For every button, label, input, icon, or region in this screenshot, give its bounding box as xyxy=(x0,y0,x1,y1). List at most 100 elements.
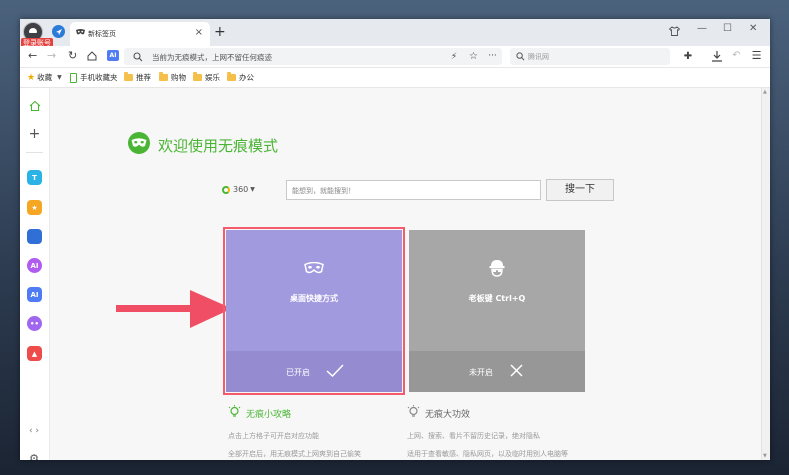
card-status-bar: 未开启 xyxy=(409,351,585,392)
translate-app-icon[interactable]: T xyxy=(27,170,42,185)
search-box[interactable]: 腾讯网 xyxy=(510,48,670,65)
bookmark-label: 娱乐 xyxy=(205,73,220,82)
mask-icon xyxy=(304,258,324,278)
bookmark-label: 办公 xyxy=(239,73,254,82)
lightbulb-icon xyxy=(228,405,241,422)
extensions-puzzle-icon[interactable]: ✚ xyxy=(682,50,694,62)
bookmark-folder-shopping[interactable]: 购物 xyxy=(159,72,186,83)
360-logo-icon xyxy=(222,185,230,194)
favorite-star-icon[interactable]: ☆ xyxy=(468,50,479,62)
home-icon[interactable] xyxy=(87,51,97,61)
address-text: 当前为无痕模式，上网不留任何痕迹 xyxy=(152,53,272,62)
search-icon xyxy=(132,51,143,62)
search-button[interactable]: 搜一下 xyxy=(546,179,614,201)
bookmark-folder-entertainment[interactable]: 娱乐 xyxy=(193,72,220,83)
folder-icon xyxy=(124,72,133,81)
sidebar-collapse-icon[interactable]: ‹ › xyxy=(25,425,43,437)
welcome-title: 欢迎使用无痕模式 xyxy=(158,137,279,155)
pointer-arrow-icon xyxy=(116,290,232,328)
close-window-button[interactable]: ✕ xyxy=(749,23,757,34)
bookmark-folder-office[interactable]: 办公 xyxy=(227,72,254,83)
menu-icon[interactable]: ☰ xyxy=(751,49,762,62)
new-tab-button[interactable]: + xyxy=(214,24,226,40)
card-status: 已开启 xyxy=(286,368,310,377)
tip-line: 全部开启后，用无痕模式上网爽到自己偷笑 xyxy=(228,450,361,458)
search-box-placeholder: 腾讯网 xyxy=(528,53,549,61)
scroll-down-icon[interactable]: ▼ xyxy=(763,453,767,459)
star-app-icon[interactable]: ★ xyxy=(27,200,42,215)
lightbulb-icon xyxy=(407,405,420,422)
search-engine-name: 360 xyxy=(233,185,249,194)
folder-icon xyxy=(193,72,202,81)
tips-heading-benefits: 无痕大功效 xyxy=(407,405,470,422)
tip-line: 上网、搜索、看片不留历史记录，绝对隐私 xyxy=(407,432,540,440)
download-icon[interactable] xyxy=(710,50,723,62)
more-dots-icon[interactable]: ··· xyxy=(487,50,498,62)
vertical-scrollbar[interactable]: ▲ ▼ xyxy=(761,88,770,460)
mask-tab-icon xyxy=(76,29,85,35)
search-input[interactable]: 能想到，就能搜到！ xyxy=(286,180,541,200)
home-icon[interactable] xyxy=(28,99,41,112)
settings-gear-icon[interactable]: ⚙ xyxy=(28,452,40,461)
search-engine-selector[interactable]: 360 ▼ xyxy=(222,185,255,194)
check-icon xyxy=(326,363,344,377)
incognito-new-tab-page: 欢迎使用无痕模式 360 ▼ 能想到，就能搜到！ 搜一下 桌面快捷方式 已开启 xyxy=(50,88,762,460)
chat-bot-app-icon[interactable]: •• xyxy=(27,316,42,331)
add-icon[interactable]: + xyxy=(28,126,41,142)
tab-new-tab[interactable]: 新标签页 × xyxy=(70,22,210,46)
ai-ring-app-icon[interactable]: AI xyxy=(27,258,42,273)
card-title: 桌面快捷方式 xyxy=(290,294,338,303)
incognito-mask-logo xyxy=(128,132,150,154)
reload-icon[interactable]: ↻ xyxy=(68,49,77,62)
browser-window: 登录账号 新标签页 × + — ☐ ✕ ← → ↻ AI 当前为无痕模式，上网不… xyxy=(20,19,770,460)
search-box-icon xyxy=(515,51,525,61)
undo-icon[interactable]: ↶ xyxy=(731,49,742,61)
tips-heading-guide: 无痕小攻略 xyxy=(228,405,291,422)
tips-heading-text: 无痕小攻略 xyxy=(246,410,292,420)
card-status-bar: 已开启 xyxy=(226,351,402,392)
star-icon: ★ xyxy=(27,72,36,83)
bookmarks-bar: ★ 收藏 ▼ 手机收藏夹 推荐 购物 娱乐 办公 xyxy=(20,68,770,88)
search-input-placeholder: 能想到，就能搜到！ xyxy=(292,187,355,195)
bookmark-folder-recommend[interactable]: 推荐 xyxy=(124,72,151,83)
game-app-icon[interactable]: ▲ xyxy=(27,346,42,361)
boss-key-icon xyxy=(487,258,507,278)
dropdown-caret-icon[interactable]: ▼ xyxy=(57,74,62,81)
bookmark-label: 收藏 xyxy=(37,73,53,82)
card-status: 未开启 xyxy=(469,368,493,377)
address-bar[interactable]: 当前为无痕模式，上网不留任何痕迹 ⚡ ☆ ··· xyxy=(124,48,502,65)
x-icon xyxy=(509,363,523,377)
desktop-shortcut-card[interactable]: 桌面快捷方式 已开启 xyxy=(223,227,405,395)
lightning-icon[interactable]: ⚡ xyxy=(449,51,459,62)
bookmark-favorites[interactable]: ★ 收藏 ▼ xyxy=(27,72,62,83)
tips-heading-text: 无痕大功效 xyxy=(425,410,471,420)
forward-arrow-icon[interactable]: → xyxy=(47,49,56,62)
maximize-button[interactable]: ☐ xyxy=(723,23,732,34)
ai-app-icon[interactable]: AI xyxy=(27,287,42,302)
ai-toolbar-icon[interactable]: AI xyxy=(107,50,119,61)
card-title: 老板键 Ctrl+Q xyxy=(468,294,526,303)
dropdown-caret-icon: ▼ xyxy=(250,186,255,193)
address-toolbar: ← → ↻ AI 当前为无痕模式，上网不留任何痕迹 ⚡ ☆ ··· 腾讯网 ✚ … xyxy=(20,46,770,68)
tab-close-icon[interactable]: × xyxy=(195,27,203,38)
tip-line: 适用于查看敏感、隐私网页，以及临时用别人电脑等 xyxy=(407,450,568,458)
bookmark-label: 推荐 xyxy=(136,73,151,82)
sidebar: + T ★ AI AI •• ▲ ‹ › ⚙ xyxy=(20,88,50,460)
bookmark-mobile[interactable]: 手机收藏夹 xyxy=(70,72,118,83)
minimize-button[interactable]: — xyxy=(697,23,707,34)
sidebar-divider xyxy=(26,152,43,153)
folder-icon xyxy=(227,72,236,81)
network-app-icon[interactable] xyxy=(27,229,42,244)
scroll-up-icon[interactable]: ▲ xyxy=(763,89,767,95)
phone-icon xyxy=(70,72,77,83)
folder-icon xyxy=(159,72,168,81)
pin-icon[interactable] xyxy=(52,25,65,38)
shirt-skin-icon[interactable] xyxy=(668,25,680,37)
back-arrow-icon[interactable]: ← xyxy=(28,49,37,62)
tip-line: 点击上方格子可开启对应功能 xyxy=(228,432,319,440)
boss-key-card[interactable]: 老板键 Ctrl+Q 未开启 xyxy=(409,230,585,392)
bookmark-label: 手机收藏夹 xyxy=(80,73,118,82)
tab-title: 新标签页 xyxy=(88,30,116,38)
tab-bar: 登录账号 新标签页 × + — ☐ ✕ xyxy=(20,19,770,48)
bookmark-label: 购物 xyxy=(171,73,186,82)
